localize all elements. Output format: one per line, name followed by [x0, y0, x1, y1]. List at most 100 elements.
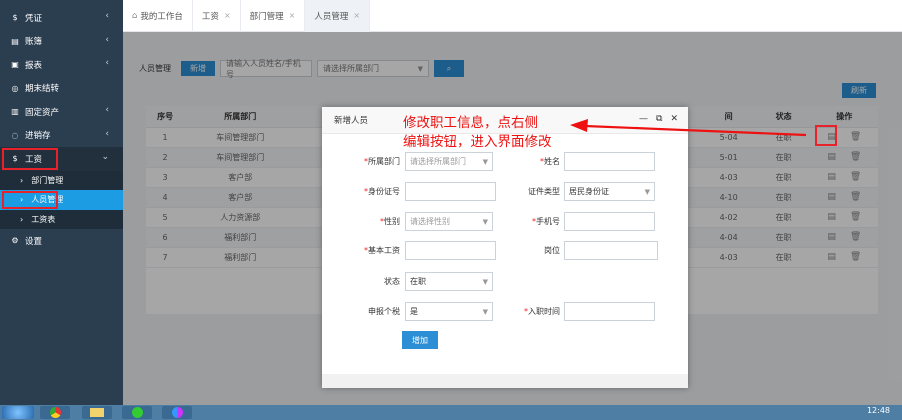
- add-button[interactable]: 增加: [402, 331, 438, 349]
- sidebar-item-4[interactable]: ◎ 期末结转: [0, 77, 123, 101]
- cert-type-select[interactable]: 居民身份证 ▼: [564, 182, 655, 201]
- tab-label: 我的工作台: [140, 11, 183, 22]
- wechat-taskbar-icon[interactable]: [122, 406, 152, 419]
- sidebar-item-label: 凭证: [25, 13, 43, 24]
- submenu-item-label: 部门管理: [31, 175, 64, 185]
- dept-field-select[interactable]: 请选择所属部门 ▼: [405, 152, 493, 171]
- sidebar-item-label: 账簿: [25, 37, 43, 48]
- gender-field-label: *性别: [380, 217, 400, 226]
- taskbar: 12:48: [0, 405, 902, 420]
- position-field-label: 岗位: [544, 246, 560, 255]
- tax-field-label: 申报个税: [368, 307, 400, 316]
- phone-field-label: *手机号: [532, 217, 560, 226]
- start-button-icon[interactable]: [2, 406, 34, 419]
- salary-submenu: › 部门管理 › 人员管理 › 工资表: [0, 170, 123, 230]
- home-icon: ⌂: [132, 10, 138, 21]
- sidebar-item-3[interactable]: ▣ 报表 ‹: [0, 53, 123, 77]
- tab-label: 部门管理: [249, 11, 284, 22]
- settings-icon: ⚙: [11, 236, 19, 246]
- salary-icon: $: [12, 154, 18, 164]
- chevron-left-icon: ‹: [105, 34, 109, 45]
- sidebar: $ 凭证 ‹ ▤ 账簿 ‹ ▣ 报表 ‹ ◎ 期末结转 ▥ 固定资产 ‹ ◌ 进销存 ‹ $ 工资 ⌄ › 部门管理 › 人…: [0, 0, 123, 405]
- salary-field[interactable]: [405, 241, 496, 260]
- close-tab-icon[interactable]: ×: [224, 11, 231, 20]
- minimize-icon[interactable]: —: [639, 114, 648, 124]
- chevron-down-icon: ⌄: [101, 152, 109, 162]
- chevron-right-icon: ›: [20, 175, 24, 185]
- caret-down-icon: ▼: [482, 277, 488, 286]
- submenu-item-2[interactable]: › 人员管理: [0, 190, 123, 210]
- submenu-item-label: 工资表: [31, 214, 56, 224]
- position-field[interactable]: [564, 241, 658, 260]
- dept-field-placeholder: 请选择所属部门: [410, 157, 466, 166]
- tab-4[interactable]: 人员管理 ×: [305, 0, 371, 32]
- status-value: 在职: [410, 277, 426, 286]
- caret-down-icon: ▼: [482, 157, 488, 166]
- sidebar-item-label: 期末结转: [25, 84, 60, 95]
- join-date-label: *入职时间: [524, 307, 560, 316]
- tab-3[interactable]: 部门管理 ×: [241, 0, 306, 32]
- dialog-footer: [322, 374, 688, 388]
- sidebar-item-1[interactable]: $ 凭证 ‹: [0, 6, 123, 30]
- chevron-left-icon: ‹: [105, 11, 109, 21]
- sidebar-item-label: 固定资产: [25, 107, 60, 118]
- tab-2[interactable]: 工资 ×: [193, 0, 241, 32]
- chevron-right-icon: ›: [20, 214, 24, 224]
- dollar-icon: $: [12, 13, 18, 23]
- inventory-icon: ◌: [11, 130, 19, 140]
- tab-label: 工资: [201, 11, 219, 22]
- status-field-label: 状态: [384, 277, 400, 286]
- sidebar-item-6[interactable]: ◌ 进销存 ‹: [0, 124, 123, 148]
- book-icon: ▤: [11, 36, 19, 46]
- sidebar-item-2[interactable]: ▤ 账簿 ‹: [0, 30, 123, 54]
- tab-label: 人员管理: [314, 11, 349, 22]
- clock: 12:48: [866, 406, 890, 415]
- folder-taskbar-icon[interactable]: [82, 406, 112, 419]
- sidebar-item-7[interactable]: $ 工资 ⌄: [0, 147, 123, 171]
- submenu-item-3[interactable]: › 工资表: [0, 210, 123, 230]
- app-taskbar-icon[interactable]: [162, 406, 192, 419]
- close-tab-icon[interactable]: ×: [353, 11, 360, 20]
- annotation-line-2: 编辑按钮，进入界面修改: [403, 134, 552, 150]
- caret-down-icon: ▼: [482, 217, 488, 226]
- sidebar-item-label: 进销存: [25, 131, 51, 142]
- id-field[interactable]: [405, 182, 496, 201]
- report-icon: ▣: [11, 60, 19, 70]
- name-field-label: *姓名: [540, 157, 560, 166]
- tab-bar: ⌂ 我的工作台 工资 × 部门管理 × 人员管理 ×: [123, 0, 902, 32]
- dialog-controls: — ⧉ ✕: [639, 114, 678, 124]
- close-icon[interactable]: ✕: [670, 114, 678, 124]
- dept-field-label: *所属部门: [364, 157, 400, 166]
- id-field-label: *身份证号: [364, 187, 400, 196]
- sidebar-item-5[interactable]: ▥ 固定资产 ‹: [0, 100, 123, 124]
- chrome-taskbar-icon[interactable]: [40, 406, 70, 419]
- tab-1[interactable]: ⌂ 我的工作台: [123, 0, 193, 32]
- caret-down-icon: ▼: [644, 187, 650, 196]
- asset-icon: ▥: [11, 107, 19, 117]
- phone-field[interactable]: [564, 212, 655, 231]
- submenu-item-1[interactable]: › 部门管理: [0, 171, 123, 191]
- maximize-icon[interactable]: ⧉: [656, 114, 662, 124]
- chevron-left-icon: ‹: [105, 128, 109, 139]
- sidebar-item-settings[interactable]: ⚙ 设置: [0, 229, 123, 253]
- salary-field-label: *基本工资: [364, 246, 400, 255]
- chevron-left-icon: ‹: [105, 105, 109, 115]
- cert-type-value: 居民身份证: [569, 187, 609, 196]
- gender-select[interactable]: 请选择性别 ▼: [405, 212, 493, 231]
- gender-placeholder: 请选择性别: [410, 217, 450, 226]
- submenu-item-label: 人员管理: [31, 195, 64, 205]
- close-tab-icon[interactable]: ×: [289, 11, 296, 20]
- cert-type-label: 证件类型: [528, 187, 560, 196]
- sidebar-item-label: 报表: [25, 60, 43, 71]
- chevron-left-icon: ‹: [105, 58, 109, 68]
- sidebar-item-label: 工资: [25, 154, 43, 165]
- sidebar-item-label: 设置: [25, 236, 43, 247]
- status-select[interactable]: 在职 ▼: [405, 272, 493, 291]
- join-date-field[interactable]: [564, 302, 655, 321]
- annotation-line-1: 修改职工信息，点右侧: [403, 115, 538, 131]
- tax-select[interactable]: 是 ▼: [405, 302, 493, 321]
- chevron-right-icon: ›: [20, 195, 24, 205]
- transfer-icon: ◎: [11, 83, 19, 93]
- name-field[interactable]: [564, 152, 655, 171]
- caret-down-icon: ▼: [482, 307, 488, 316]
